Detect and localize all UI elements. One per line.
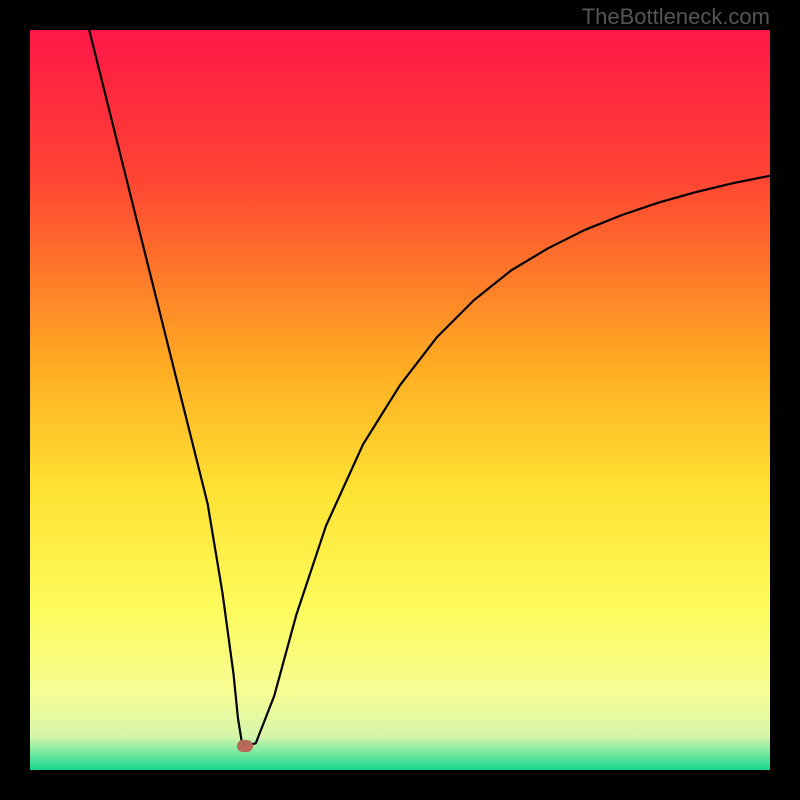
chart-frame: TheBottleneck.com bbox=[0, 0, 800, 800]
plot-area bbox=[30, 30, 770, 770]
bottleneck-curve bbox=[30, 30, 770, 770]
optimum-marker bbox=[237, 740, 253, 752]
attribution-text: TheBottleneck.com bbox=[582, 4, 770, 30]
